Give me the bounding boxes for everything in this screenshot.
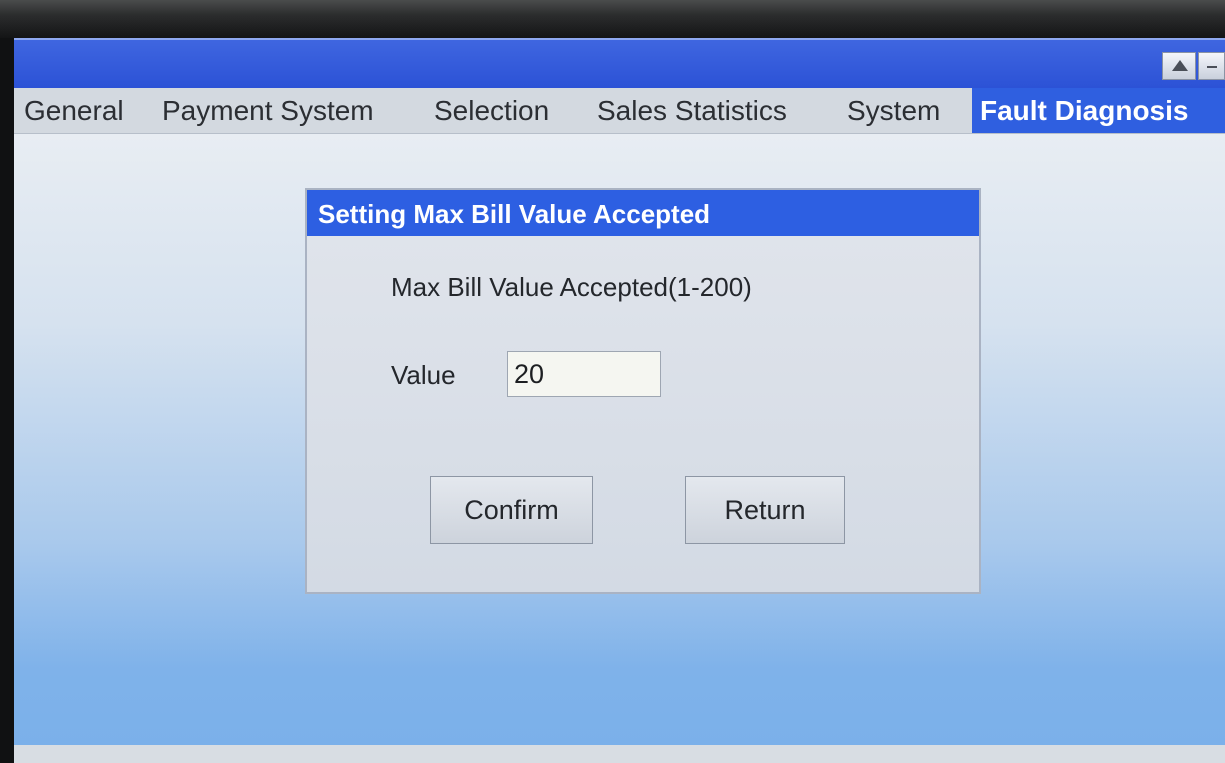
confirm-button[interactable]: Confirm (430, 476, 593, 544)
value-input[interactable] (507, 351, 661, 397)
monitor-bezel-left (0, 38, 14, 763)
triangle-up-icon[interactable] (1162, 52, 1196, 80)
screen: General Payment System Selection Sales S… (14, 38, 1225, 763)
dialog-heading: Max Bill Value Accepted(1-200) (391, 272, 752, 302)
tab-selection[interactable]: Selection (434, 88, 549, 133)
tab-bar: General Payment System Selection Sales S… (14, 88, 1225, 134)
max-bill-dialog: Setting Max Bill Value Accepted Max Bill… (305, 188, 981, 594)
tab-payment-system[interactable]: Payment System (162, 88, 374, 133)
minimize-icon[interactable] (1198, 52, 1225, 80)
tab-fault-diagnosis[interactable]: Fault Diagnosis (972, 88, 1225, 133)
bottom-status-strip (14, 745, 1225, 763)
tab-general[interactable]: General (24, 88, 124, 133)
return-button[interactable]: Return (685, 476, 845, 544)
dialog-title: Setting Max Bill Value Accepted (307, 190, 979, 236)
tab-system[interactable]: System (847, 88, 940, 133)
tab-sales-statistics[interactable]: Sales Statistics (597, 88, 787, 133)
value-label: Value (391, 360, 456, 390)
window-titlebar (14, 38, 1225, 88)
monitor-bezel-top (0, 0, 1225, 38)
